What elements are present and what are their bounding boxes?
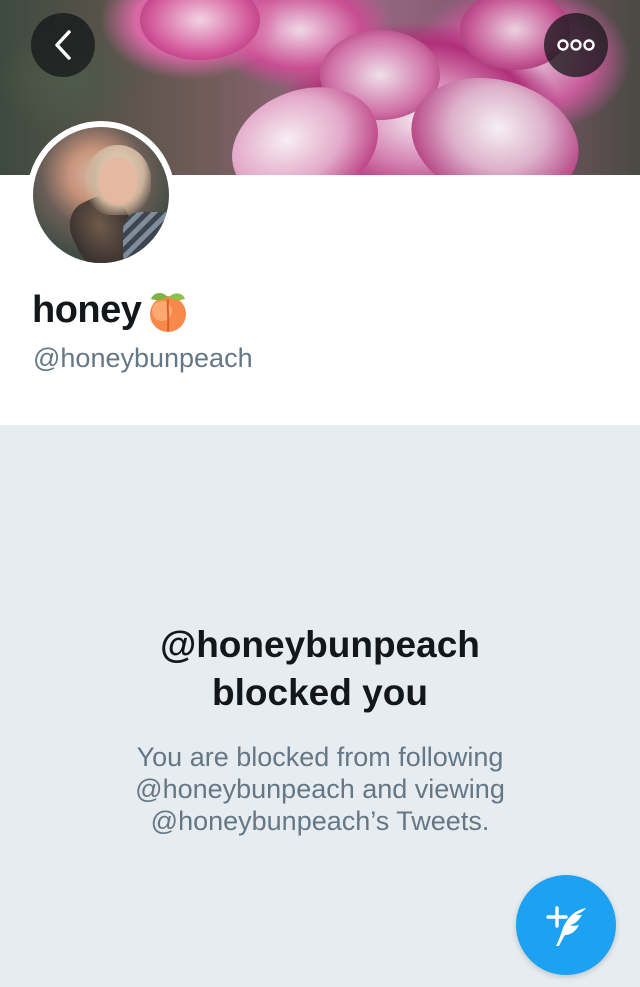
banner-petal (140, 0, 260, 60)
avatar-image (33, 127, 169, 263)
compose-tweet-button[interactable] (516, 875, 616, 975)
profile-handle: @honeybunpeach (33, 343, 253, 373)
display-name-row: honey (32, 287, 191, 333)
blocked-title: @honeybunpeach blocked you (0, 621, 640, 717)
blocked-description-line: You are blocked from following (136, 742, 504, 772)
chevron-left-icon (55, 30, 71, 60)
avatar[interactable] (27, 121, 175, 269)
blocked-title-handle: @honeybunpeach (160, 624, 480, 665)
blocked-description-line: @honeybunpeach’s Tweets. (150, 806, 490, 836)
compose-tweet-icon (546, 906, 586, 946)
peach-icon (150, 292, 187, 332)
blocked-description: You are blocked from following @honeybun… (100, 741, 540, 837)
more-options-icon (557, 39, 595, 51)
blocked-description-line: @honeybunpeach and viewing (135, 774, 505, 804)
more-options-button[interactable] (544, 13, 608, 77)
blocked-title-text: blocked you (212, 672, 428, 713)
back-button[interactable] (31, 13, 95, 77)
display-name: honey (32, 288, 142, 331)
